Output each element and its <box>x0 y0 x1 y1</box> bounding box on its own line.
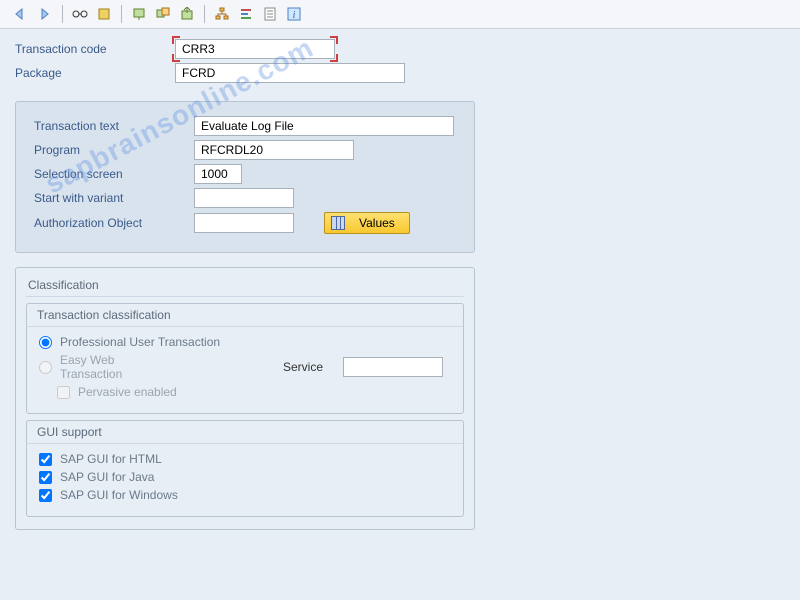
classification-title: Classification <box>26 276 464 297</box>
back-icon[interactable] <box>10 4 32 24</box>
classification-section: Classification Transaction classificatio… <box>15 267 475 530</box>
label-program: Program <box>34 143 194 157</box>
app-toolbar: i <box>0 0 800 29</box>
label-transaction-code: Transaction code <box>15 42 175 56</box>
check-gui-windows[interactable]: SAP GUI for Windows <box>39 488 451 502</box>
row-package: Package <box>15 63 785 83</box>
transaction-classification-group: Transaction classification Professional … <box>26 303 464 414</box>
execute-icon[interactable] <box>93 4 115 24</box>
glasses-icon[interactable] <box>69 4 91 24</box>
label-start-variant: Start with variant <box>34 191 194 205</box>
check-gui-windows-input[interactable] <box>39 489 52 502</box>
check-pervasive: Pervasive enabled <box>57 385 451 399</box>
input-package[interactable] <box>175 63 405 83</box>
info-icon[interactable]: i <box>283 4 305 24</box>
input-auth-object[interactable] <box>194 213 294 233</box>
radio-easyweb-input <box>39 361 52 374</box>
radio-easyweb-row: Easy Web Transaction Service <box>39 353 451 381</box>
check-pervasive-input <box>57 386 70 399</box>
radio-professional[interactable]: Professional User Transaction <box>39 335 451 349</box>
tree-copy-icon[interactable] <box>152 4 174 24</box>
tree-export-icon[interactable] <box>176 4 198 24</box>
table-icon <box>331 216 345 230</box>
input-transaction-text[interactable] <box>194 116 454 136</box>
tree-open-icon[interactable] <box>128 4 150 24</box>
gui-title: GUI support <box>27 421 463 444</box>
check-gui-java[interactable]: SAP GUI for Java <box>39 470 451 484</box>
input-start-variant[interactable] <box>194 188 294 208</box>
details-group: Transaction text Program Selection scree… <box>15 101 475 253</box>
tc-title: Transaction classification <box>27 304 463 327</box>
svg-text:i: i <box>293 10 296 21</box>
radio-professional-input[interactable] <box>39 336 52 349</box>
align-icon[interactable] <box>235 4 257 24</box>
label-package: Package <box>15 66 175 80</box>
input-transaction-code[interactable] <box>175 39 335 59</box>
input-selection-screen[interactable] <box>194 164 242 184</box>
label-service: Service <box>283 360 323 374</box>
label-auth-object: Authorization Object <box>34 216 194 230</box>
input-service[interactable] <box>343 357 443 377</box>
input-program[interactable] <box>194 140 354 160</box>
check-gui-java-input[interactable] <box>39 471 52 484</box>
values-button[interactable]: Values <box>324 212 410 234</box>
label-selection-screen: Selection screen <box>34 167 194 181</box>
document-icon[interactable] <box>259 4 281 24</box>
main-content: Transaction code Package Transaction tex… <box>0 29 800 540</box>
label-transaction-text: Transaction text <box>34 119 194 133</box>
row-transaction-code: Transaction code <box>15 39 785 59</box>
check-gui-html-input[interactable] <box>39 453 52 466</box>
forward-icon[interactable] <box>34 4 56 24</box>
gui-support-group: GUI support SAP GUI for HTML SAP GUI for… <box>26 420 464 517</box>
check-gui-html[interactable]: SAP GUI for HTML <box>39 452 451 466</box>
hierarchy-icon[interactable] <box>211 4 233 24</box>
